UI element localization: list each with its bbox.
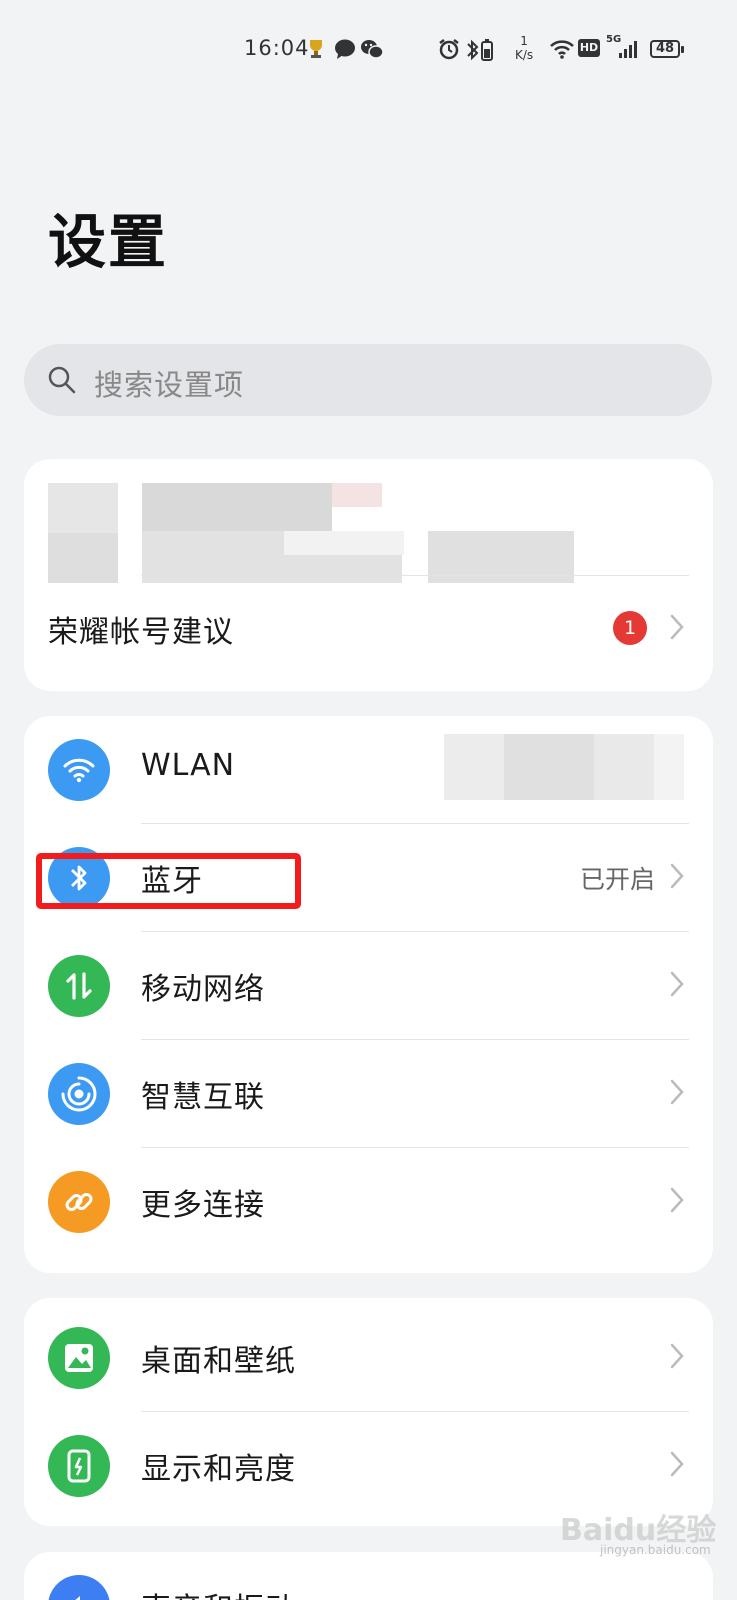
net-speed-value: 1 bbox=[520, 34, 528, 48]
chevron-right-icon bbox=[669, 862, 685, 894]
account-suggestion-row[interactable]: 荣耀帐号建议 1 bbox=[24, 575, 713, 683]
settings-row-display-brightness[interactable]: 显示和亮度 bbox=[24, 1412, 713, 1520]
page-title: 设置 bbox=[48, 208, 169, 276]
settings-row-mobile-network[interactable]: 移动网络 bbox=[24, 932, 713, 1040]
wifi-icon bbox=[48, 739, 110, 801]
alarm-icon bbox=[438, 38, 460, 64]
settings-row-label: 声音和振动 bbox=[141, 1584, 296, 1600]
settings-row-sound[interactable]: 声音和振动 bbox=[24, 1552, 713, 1600]
mobile-data-icon bbox=[48, 955, 110, 1017]
settings-row-label: 显示和亮度 bbox=[141, 1452, 296, 1487]
chevron-right-icon bbox=[669, 1342, 685, 1374]
chevron-right-icon bbox=[669, 1078, 685, 1110]
account-suggestion-label: 荣耀帐号建议 bbox=[48, 615, 234, 650]
wlan-name-blurred bbox=[444, 734, 684, 800]
account-card: 荣耀帐号建议 1 bbox=[24, 459, 713, 691]
chevron-right-icon bbox=[669, 613, 685, 645]
settings-row-wallpaper[interactable]: 桌面和壁纸 bbox=[24, 1304, 713, 1412]
wechat-icon bbox=[360, 38, 384, 64]
bluetooth-status-value: 已开启 bbox=[579, 865, 655, 894]
settings-row-label: WLAN bbox=[141, 748, 236, 783]
message-icon bbox=[334, 38, 356, 64]
display-card: 桌面和壁纸 显示和亮度 bbox=[24, 1298, 713, 1526]
brightness-icon bbox=[48, 1435, 110, 1497]
highlight-annotation bbox=[36, 853, 301, 909]
settings-row-wlan[interactable]: WLAN bbox=[24, 716, 713, 824]
wallpaper-icon bbox=[48, 1327, 110, 1389]
battery-indicator: 48 bbox=[650, 40, 684, 58]
trophy-icon bbox=[307, 38, 325, 64]
link-icon bbox=[48, 1171, 110, 1233]
status-bar: 16:04 1 K/s HD 5G 48 bbox=[0, 30, 737, 70]
notification-badge: 1 bbox=[613, 611, 647, 645]
sound-icon bbox=[48, 1575, 110, 1600]
hd-badge: HD bbox=[578, 39, 600, 57]
signal-icon bbox=[618, 38, 640, 64]
watermark-url: jingyan.baidu.com bbox=[600, 1543, 711, 1557]
search-input[interactable]: 搜索设置项 bbox=[24, 344, 712, 416]
chevron-right-icon bbox=[669, 970, 685, 1002]
connectivity-card: WLAN 蓝牙 已开启 移动网络 智慧互联 更多连接 bbox=[24, 716, 713, 1273]
chevron-right-icon bbox=[669, 1186, 685, 1218]
smart-connect-icon bbox=[48, 1063, 110, 1125]
net-speed: 1 K/s bbox=[515, 34, 533, 62]
bluetooth-status-icon bbox=[465, 38, 481, 66]
settings-row-smart-connect[interactable]: 智慧互联 bbox=[24, 1040, 713, 1148]
settings-row-label: 移动网络 bbox=[141, 972, 265, 1007]
settings-row-label: 更多连接 bbox=[141, 1188, 265, 1223]
chevron-right-icon bbox=[669, 1450, 685, 1482]
settings-row-label: 智慧互联 bbox=[141, 1080, 265, 1115]
settings-row-label: 桌面和壁纸 bbox=[141, 1344, 296, 1379]
search-placeholder: 搜索设置项 bbox=[94, 368, 245, 402]
net-speed-unit: K/s bbox=[515, 48, 534, 62]
settings-row-more-connections[interactable]: 更多连接 bbox=[24, 1148, 713, 1256]
settings-screen: 16:04 1 K/s HD 5G 48 设置 搜索设置项 荣耀帐号建议 1 W… bbox=[0, 0, 737, 1600]
account-profile-blurred[interactable] bbox=[48, 483, 608, 583]
sound-card: 声音和振动 bbox=[24, 1552, 713, 1600]
status-time: 16:04 bbox=[244, 36, 310, 60]
wifi-status-icon bbox=[549, 38, 575, 64]
battery-small-icon bbox=[481, 38, 493, 66]
search-icon bbox=[46, 364, 78, 400]
